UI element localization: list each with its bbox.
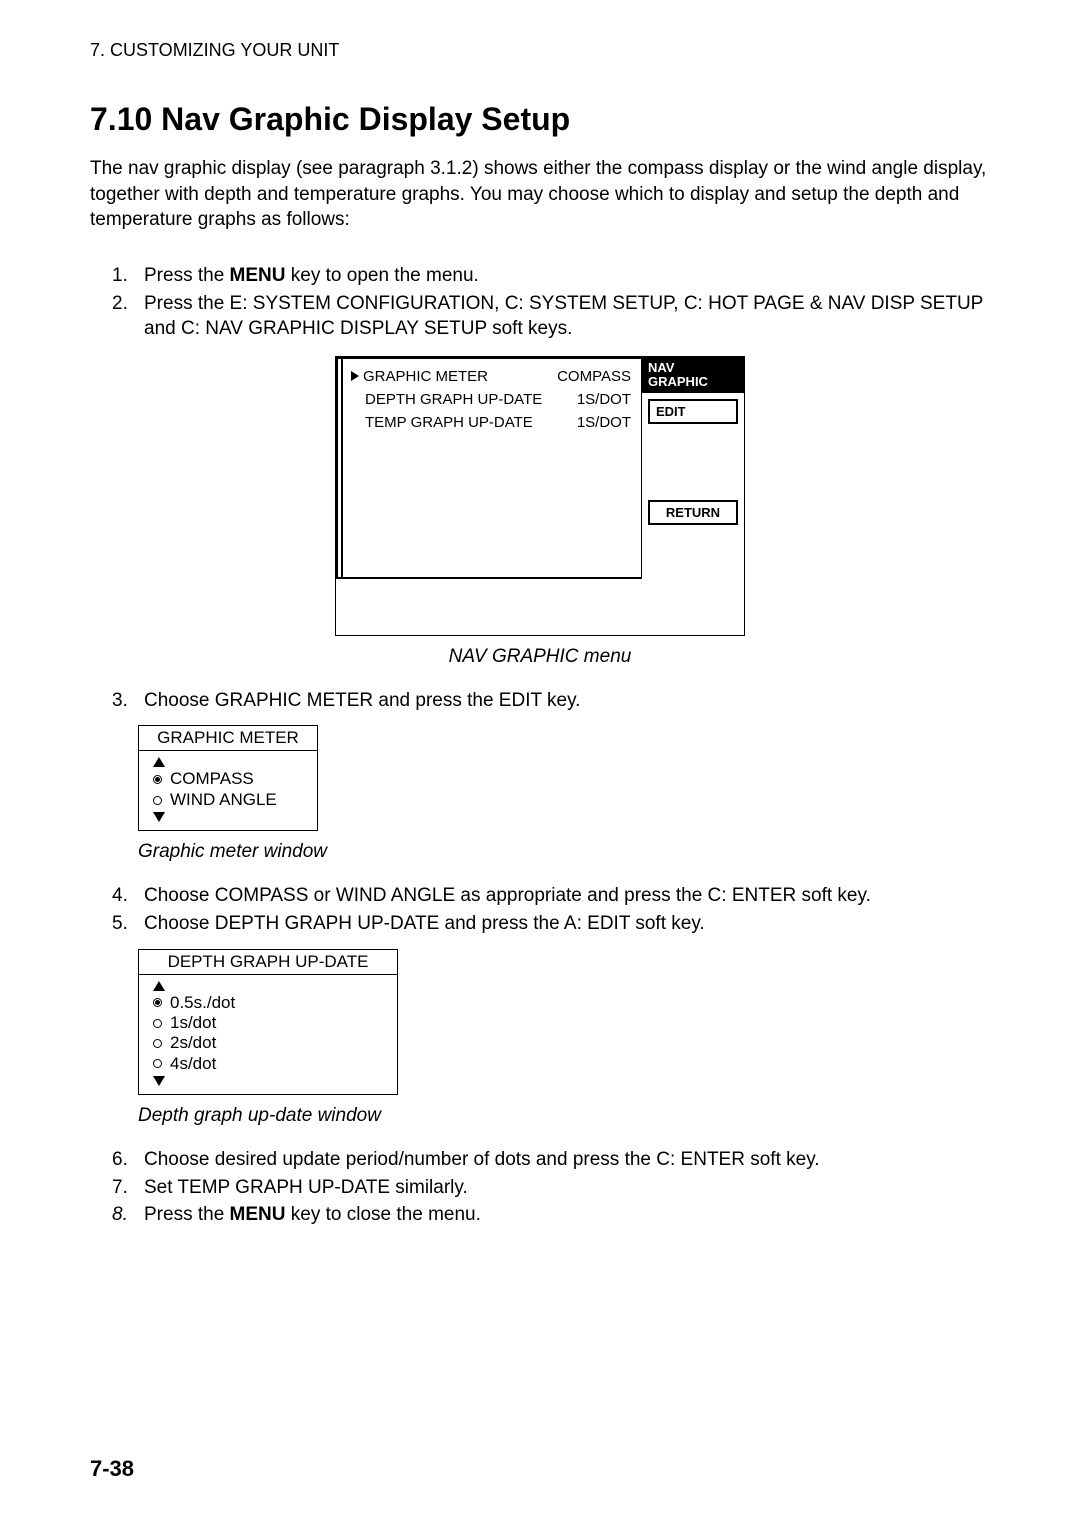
radio-icon <box>153 1019 162 1028</box>
menu-row-temp: TEMP GRAPH UP-DATE 1S/DOT <box>349 411 635 434</box>
option-label: COMPASS <box>170 769 254 789</box>
step-8-pre: Press the <box>144 1204 230 1225</box>
popup-body: COMPASS WIND ANGLE <box>139 751 317 830</box>
depth-graph-caption: Depth graph up-date window <box>138 1105 990 1127</box>
triangle-up-icon <box>153 757 165 767</box>
depth-graph-window: DEPTH GRAPH UP-DATE 0.5s./dot 1s/dot 2s/… <box>138 949 398 1096</box>
option-label: 2s/dot <box>170 1033 216 1053</box>
return-softkey[interactable]: RETURN <box>648 500 738 525</box>
option-1s[interactable]: 1s/dot <box>153 1013 387 1033</box>
option-2s[interactable]: 2s/dot <box>153 1033 387 1053</box>
step-number: 1. <box>112 263 144 289</box>
section-title: 7.10 Nav Graphic Display Setup <box>90 101 990 138</box>
steps-list-2: 3. Choose GRAPHIC METER and press the ED… <box>90 688 990 714</box>
row-label: TEMP GRAPH UP-DATE <box>351 414 533 431</box>
option-label: 4s/dot <box>170 1054 216 1074</box>
triangle-up-icon <box>153 981 165 991</box>
step-number: 2. <box>112 291 144 342</box>
row-label: DEPTH GRAPH UP-DATE <box>351 391 542 408</box>
menu-row-graphic-meter: GRAPHIC METER COMPASS <box>349 365 635 388</box>
graphic-meter-caption: Graphic meter window <box>138 841 990 863</box>
step-8: Press the MENU key to close the menu. <box>144 1202 990 1228</box>
option-label: 1s/dot <box>170 1013 216 1033</box>
step-2: Press the E: SYSTEM CONFIGURATION, C: SY… <box>144 291 990 342</box>
nav-graphic-caption: NAV GRAPHIC menu <box>90 646 990 668</box>
menu-key-label: MENU <box>230 1204 286 1225</box>
nav-graphic-title: NAV GRAPHIC <box>642 357 744 394</box>
step-number: 4. <box>112 883 144 909</box>
nav-graphic-softkeys: NAV GRAPHIC EDIT RETURN <box>642 357 744 579</box>
radio-selected-icon <box>153 775 162 784</box>
step-number: 3. <box>112 688 144 714</box>
popup-title: GRAPHIC METER <box>139 726 317 751</box>
radio-icon <box>153 1059 162 1068</box>
option-05s[interactable]: 0.5s./dot <box>153 993 387 1013</box>
row-value: COMPASS <box>557 368 631 385</box>
title-line1: NAV <box>648 360 674 375</box>
popup-title: DEPTH GRAPH UP-DATE <box>139 950 397 975</box>
step-7: Set TEMP GRAPH UP-DATE similarly. <box>144 1175 990 1201</box>
step-5: Choose DEPTH GRAPH UP-DATE and press the… <box>144 911 990 937</box>
radio-icon <box>153 796 162 805</box>
caret-icon <box>351 371 359 381</box>
step-number: 5. <box>112 911 144 937</box>
radio-selected-icon <box>153 998 162 1007</box>
intro-paragraph: The nav graphic display (see paragraph 3… <box>90 156 990 233</box>
row-label-text: GRAPHIC METER <box>363 368 488 385</box>
triangle-down-icon <box>153 1076 165 1086</box>
steps-list-1: 1. Press the MENU key to open the menu. … <box>90 263 990 342</box>
nav-graphic-diagram: GRAPHIC METER COMPASS DEPTH GRAPH UP-DAT… <box>335 356 745 636</box>
step-8-post: key to close the menu. <box>286 1204 481 1225</box>
option-wind-angle[interactable]: WIND ANGLE <box>153 790 307 810</box>
step-1-post: key to open the menu. <box>286 265 479 286</box>
triangle-down-icon <box>153 812 165 822</box>
page-header: 7. CUSTOMIZING YOUR UNIT <box>90 40 990 61</box>
menu-key-label: MENU <box>230 265 286 286</box>
nav-graphic-diagram-wrap: GRAPHIC METER COMPASS DEPTH GRAPH UP-DAT… <box>90 356 990 636</box>
menu-row-depth: DEPTH GRAPH UP-DATE 1S/DOT <box>349 388 635 411</box>
step-number: 6. <box>112 1147 144 1173</box>
title-line2: GRAPHIC <box>648 374 708 389</box>
row-value: 1S/DOT <box>577 414 631 431</box>
step-number: 8. <box>112 1202 144 1228</box>
option-label: WIND ANGLE <box>170 790 277 810</box>
step-1-pre: Press the <box>144 265 230 286</box>
step-4: Choose COMPASS or WIND ANGLE as appropri… <box>144 883 990 909</box>
option-compass[interactable]: COMPASS <box>153 769 307 789</box>
step-6: Choose desired update period/number of d… <box>144 1147 990 1173</box>
step-3: Choose GRAPHIC METER and press the EDIT … <box>144 688 990 714</box>
row-value: 1S/DOT <box>577 391 631 408</box>
nav-graphic-list: GRAPHIC METER COMPASS DEPTH GRAPH UP-DAT… <box>336 357 642 579</box>
steps-list-3: 4. Choose COMPASS or WIND ANGLE as appro… <box>90 883 990 936</box>
popup-body: 0.5s./dot 1s/dot 2s/dot 4s/dot <box>139 975 397 1095</box>
step-number: 7. <box>112 1175 144 1201</box>
option-label: 0.5s./dot <box>170 993 235 1013</box>
edit-softkey[interactable]: EDIT <box>648 399 738 424</box>
graphic-meter-window: GRAPHIC METER COMPASS WIND ANGLE <box>138 725 318 831</box>
row-label: GRAPHIC METER <box>351 368 488 385</box>
steps-list-4: 6. Choose desired update period/number o… <box>90 1147 990 1228</box>
page-number: 7-38 <box>90 1456 134 1482</box>
step-1: Press the MENU key to open the menu. <box>144 263 990 289</box>
radio-icon <box>153 1039 162 1048</box>
option-4s[interactable]: 4s/dot <box>153 1054 387 1074</box>
